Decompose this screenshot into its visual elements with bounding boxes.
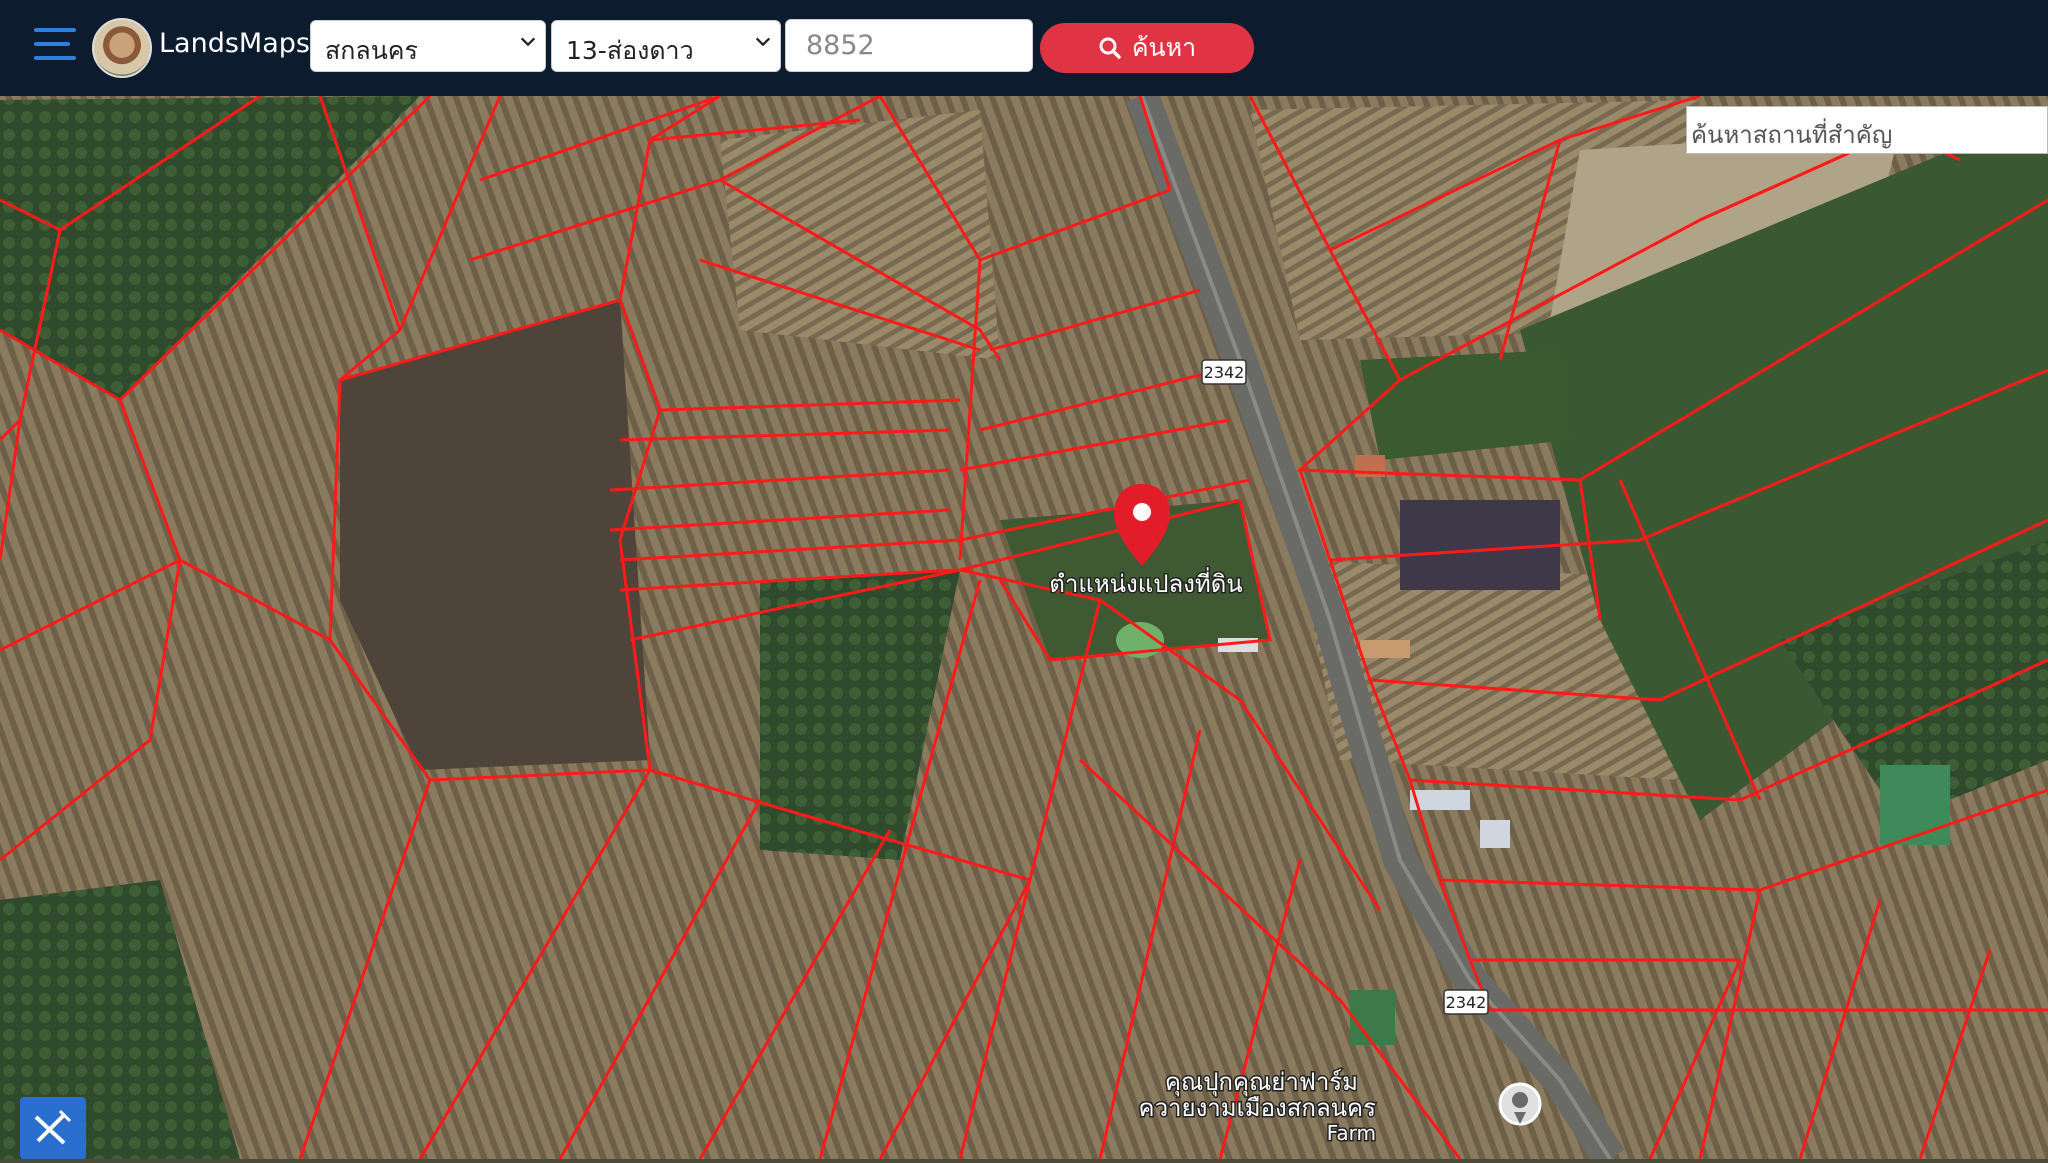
road-number-south: 2342 <box>1446 993 1487 1012</box>
marker-label: ตำแหน่งแปลงที่ดิน <box>1049 567 1242 598</box>
parcel-number-input[interactable]: 8852 <box>785 19 1033 72</box>
poi-name-line3: Farm <box>1327 1121 1376 1145</box>
district-value: 13-ส่องดาว <box>566 36 694 65</box>
landsmaps-logo <box>92 18 152 78</box>
hamburger-icon-line <box>34 56 76 60</box>
field-purple <box>1400 500 1560 590</box>
brand-name: LandsMaps <box>159 28 310 59</box>
building <box>1480 820 1510 848</box>
pond <box>1350 990 1395 1045</box>
road-number-north: 2342 <box>1204 363 1245 382</box>
measure-tools-icon <box>34 1109 72 1145</box>
hamburger-icon <box>34 28 76 32</box>
pond <box>1880 765 1950 845</box>
road-shield-north: 2342 <box>1201 359 1247 385</box>
road-shield-south: 2342 <box>1443 989 1489 1015</box>
poi-pin-icon[interactable] <box>1498 1082 1542 1126</box>
place-search-input[interactable]: ค้นหาสถานที่สำคัญ <box>1686 106 2048 154</box>
search-button-label: ค้นหา <box>1131 33 1197 62</box>
poi-name-line1: คุณปุกคุณย่าฟาร์ม <box>1165 1068 1358 1097</box>
satellite-map[interactable]: 2342 2342 ตำแหน่งแปลงที่ดิน คุณปุกคุณย่า… <box>0 96 2048 1159</box>
top-bar: LandsMaps สกลนคร 13-ส่องดาว 8852 ค้นหา <box>0 0 2048 96</box>
hamburger-icon-line <box>34 42 70 46</box>
measure-tools-button[interactable] <box>20 1097 86 1159</box>
search-button[interactable]: ค้นหา <box>1040 23 1254 73</box>
poi-name-line2: ควายงามเมืองสกลนคร <box>1139 1094 1377 1122</box>
chevron-down-icon <box>755 37 771 47</box>
building <box>1360 640 1410 658</box>
field-light <box>720 110 1000 360</box>
province-value: สกลนคร <box>325 36 418 65</box>
province-select[interactable]: สกลนคร <box>310 20 546 72</box>
chevron-down-icon <box>520 37 536 47</box>
search-icon <box>1099 37 1121 59</box>
menu-button[interactable] <box>34 28 76 62</box>
district-select[interactable]: 13-ส่องดาว <box>551 20 781 72</box>
